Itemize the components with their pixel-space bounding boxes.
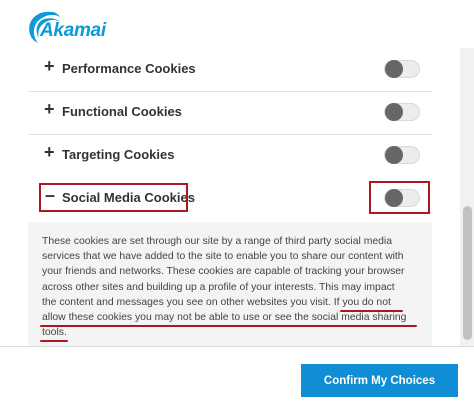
description-line: These cookies are set through our site b… [42,236,393,247]
cookie-row-targeting[interactable]: + Targeting Cookies [28,134,432,178]
toggle-knob [385,146,403,164]
plus-icon[interactable]: + [44,57,55,75]
description-line: services that we have added to the site … [42,251,404,263]
confirm-my-choices-button[interactable]: Confirm My Choices [301,364,458,397]
description-line: tools. [42,327,67,339]
social-media-description-panel: These cookies are set through our site b… [28,222,432,346]
description-line: allow these cookies you may not be able … [42,312,407,324]
cookie-row-performance[interactable]: + Performance Cookies [28,48,432,92]
plus-icon[interactable]: + [44,143,55,161]
highlight-underline [40,340,68,342]
toggle-targeting[interactable] [384,146,420,164]
header: Akamai [0,0,474,50]
highlight-box-label [39,183,188,212]
cookie-label-functional: Functional Cookies [62,104,182,119]
toggle-functional[interactable] [384,103,420,121]
description-line: across other sites and building up a pro… [42,281,395,293]
toggle-knob [385,103,403,121]
cookie-preferences-list[interactable]: + Performance Cookies + Functional Cooki… [0,48,460,346]
scrollbar-thumb[interactable] [463,206,472,340]
toggle-knob [385,60,403,78]
logo-text: Akamai [40,20,106,41]
description-line: the content and messages you see on othe… [42,295,422,310]
cookie-label-targeting: Targeting Cookies [62,147,175,162]
description-text: the content and messages you see on othe… [42,296,334,308]
plus-icon[interactable]: + [44,100,55,118]
footer: Confirm My Choices [0,346,474,410]
description-highlighted-text: If you do not [333,296,391,308]
highlight-underline [340,310,403,312]
cookie-row-functional[interactable]: + Functional Cookies [28,91,432,135]
highlight-underline [40,325,417,327]
description-line: your friends and networks. These cookies… [42,266,405,278]
cookie-label-performance: Performance Cookies [62,61,196,76]
toggle-performance[interactable] [384,60,420,78]
highlight-box-toggle [369,181,430,214]
